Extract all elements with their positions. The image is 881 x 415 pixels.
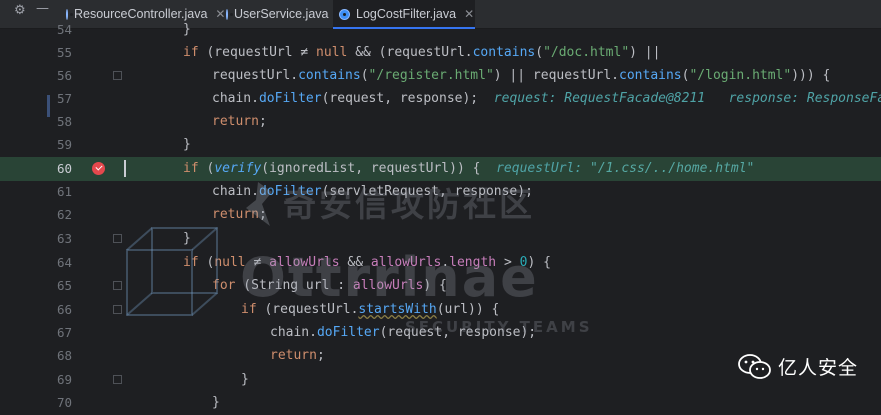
code-line: 70 } (0, 391, 881, 415)
line-number: 59 (56, 137, 72, 152)
code-text: return; (212, 114, 267, 129)
line-number: 64 (56, 255, 72, 270)
line-number: 61 (56, 184, 72, 199)
fold-icon[interactable] (113, 375, 122, 384)
minus-icon[interactable]: — (36, 1, 49, 16)
wechat-icon (738, 353, 771, 379)
line-number: 67 (56, 325, 72, 340)
fold-icon[interactable] (113, 305, 122, 314)
code-text: if (verify(ignoredList, requestUrl)) { r… (183, 161, 755, 176)
breakpoint-icon[interactable] (92, 162, 105, 175)
code-text: chain.doFilter(request, response); reque… (212, 87, 881, 111)
watermark-title: 奇安信攻防社区 (283, 185, 535, 224)
watermark-cube-icon (126, 227, 218, 316)
code-line: 58 return; (0, 110, 881, 134)
watermark-logo-icon (246, 182, 272, 226)
code-text: requestUrl.contains("/register.html") ||… (212, 68, 831, 83)
text-caret (124, 160, 126, 177)
line-number: 58 (56, 114, 72, 129)
code-text: } (212, 395, 220, 410)
code-text: } (183, 137, 191, 152)
line-number: 62 (56, 207, 72, 222)
inline-debug-value: "/1.css/../home.html" (590, 161, 755, 176)
gear-icon[interactable]: ⚙ (14, 3, 26, 18)
watermark-brand: Ottrrinae (240, 246, 539, 309)
inline-debug-value: requestUrl: (496, 161, 583, 176)
code-line: 54 } (0, 18, 881, 42)
line-number: 54 (56, 22, 72, 37)
line-number: 55 (56, 45, 72, 60)
inline-debug-value: request: RequestFacade@8211 (493, 91, 706, 106)
code-line: 56 requestUrl.contains("/register.html")… (0, 64, 881, 88)
code-text: return; (270, 348, 325, 363)
account-badge: 亿人安全 (738, 353, 858, 380)
code-line: 55 if (requestUrl ≠ null && (requestUrl.… (0, 41, 881, 65)
line-number: 68 (56, 348, 72, 363)
account-name: 亿人安全 (778, 357, 859, 379)
line-number: 63 (56, 231, 72, 246)
fold-icon[interactable] (113, 71, 122, 80)
line-number: 69 (56, 372, 72, 387)
current-execution-line: 60 if (verify(ignoredList, requestUrl)) … (0, 157, 881, 181)
code-text: if (requestUrl ≠ null && (requestUrl.con… (183, 45, 661, 60)
code-text: } (241, 372, 249, 387)
line-number: 57 (56, 91, 72, 106)
line-number: 65 (56, 278, 72, 293)
line-number: 70 (56, 395, 72, 410)
fold-icon[interactable] (113, 234, 122, 243)
fold-icon[interactable] (113, 281, 122, 290)
code-line: 59 } (0, 133, 881, 157)
line-number: 60 (56, 161, 72, 176)
code-line: 57 chain.doFilter(request, response); re… (0, 87, 881, 111)
code-text: } (183, 22, 191, 37)
line-number: 56 (56, 68, 72, 83)
watermark-subtitle: SECURITY TEAMS (405, 318, 593, 336)
line-number: 66 (56, 302, 72, 317)
inline-debug-value: response: ResponseFacade (728, 91, 881, 106)
